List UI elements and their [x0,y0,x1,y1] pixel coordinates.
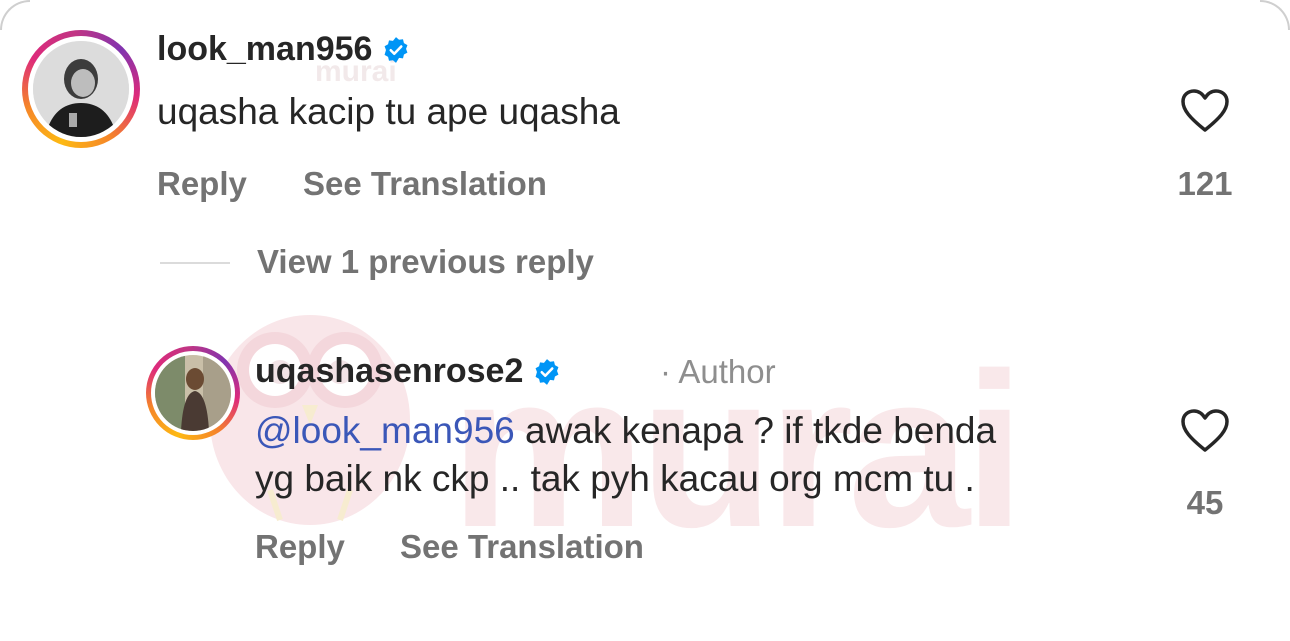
verified-badge-icon [385,36,408,63]
like-heart-icon[interactable] [1180,408,1230,454]
avatar-person-icon [155,355,231,431]
like-heart-icon[interactable] [1180,88,1230,134]
screen-corner-left [0,0,30,30]
like-count: 121 [1177,165,1233,202]
comment-username[interactable]: look_man956 [157,30,410,69]
reply-button[interactable]: Reply [157,165,247,203]
view-previous-replies-button[interactable]: View 1 previous reply [257,243,594,281]
reply-button[interactable]: Reply [255,528,345,566]
see-translation-button[interactable]: See Translation [400,528,644,566]
avatar-person-icon [33,41,129,137]
avatar[interactable] [33,41,129,137]
reply-text-line1: awak kenapa ? if tkde benda [514,410,997,451]
reply-username[interactable]: uqashasenrose2 [255,352,561,391]
replies-divider [160,262,230,264]
reply-text-line2: yg baik nk ckp .. tak pyh kacau org mcm … [255,458,975,499]
author-tag: · Author [660,353,776,390]
avatar[interactable] [155,355,231,431]
see-translation-button[interactable]: See Translation [303,165,547,203]
like-count: 45 [1186,484,1224,521]
mention-link[interactable]: @look_man956 [255,410,515,451]
comment-text: uqasha kacip tu ape uqasha [157,91,620,132]
reply-text: @look_man956 awak kenapa ? if tkde benda… [255,407,1155,503]
verified-badge-icon [535,358,559,385]
screen-corner-right [1260,0,1290,30]
